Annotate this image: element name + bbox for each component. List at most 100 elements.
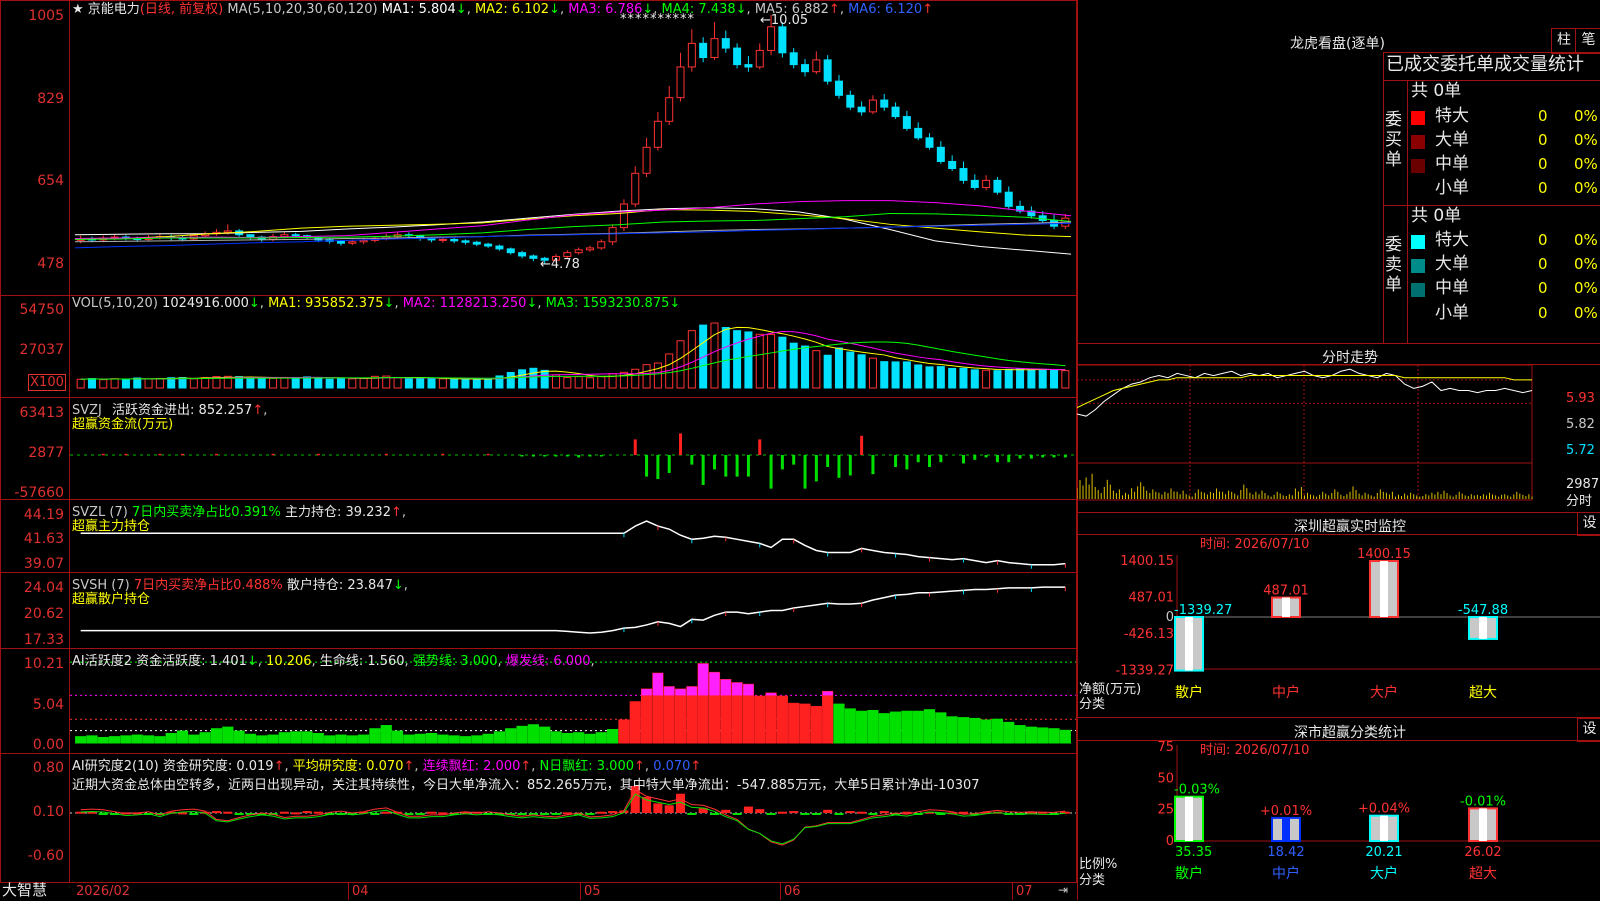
svzj-bar: [814, 455, 818, 482]
tick-view-tab[interactable]: 笔: [1575, 28, 1600, 54]
stock-name: 京能电力: [87, 2, 140, 17]
vol-unit-badge[interactable]: X100: [28, 374, 66, 391]
svzj-bar: [486, 453, 490, 456]
ai2-y-label: 0.00: [32, 737, 64, 753]
sz-class-bar-highlight: [1479, 808, 1487, 841]
ai2-bar: [640, 688, 653, 744]
svzj-y-label: 63413: [19, 405, 64, 421]
volume-bar: [303, 376, 312, 389]
sell-l-color-icon: [1411, 259, 1425, 273]
volume-bar: [891, 361, 900, 389]
air-research: 资金研究度: 0.019: [162, 759, 274, 774]
volume-bar: [540, 369, 549, 389]
buy-row-count: 0: [1538, 107, 1548, 125]
svzj-bar: [520, 455, 524, 457]
intraday-y-label: 5.82: [1566, 417, 1595, 432]
sz-monitor-y-label: 1400.15: [1120, 554, 1174, 569]
ai2-bar: [176, 730, 189, 744]
ai2-bar: [595, 732, 607, 744]
sell-row-pct: 0%: [1574, 231, 1598, 249]
svzj-bar: [871, 455, 875, 475]
air-bar: [834, 813, 844, 815]
ai2-bar: [1059, 729, 1071, 744]
ai2-bar: [75, 736, 87, 744]
ai2-bar: [482, 733, 494, 744]
buy-row-pct: 0%: [1574, 179, 1598, 197]
volume-bar: [1050, 369, 1059, 389]
scroll-right-icon[interactable]: ⇥: [1058, 884, 1068, 896]
volume-bar: [1038, 368, 1047, 389]
candle-body: [642, 146, 651, 174]
sz-class-chart: 75 50 25 0 -0.03% 35.35 散户 +0.01% 18.42 中户 +0.04% 2…: [1157, 741, 1600, 882]
candle-body: [280, 234, 289, 238]
ai2-bar: [889, 711, 902, 744]
ai2-bar: [493, 731, 506, 744]
ai2-bar: [856, 710, 868, 744]
section-divider: [1077, 512, 1600, 513]
volume-bar: [733, 330, 742, 389]
kline-mode[interactable]: (日线, 前复权): [140, 2, 223, 17]
candle-body: [563, 252, 572, 257]
svzj-bar: [316, 453, 320, 456]
sell-m-color-icon: [1411, 283, 1425, 297]
ma6-value: MA6: 6.120: [848, 2, 923, 17]
candle-body: [801, 64, 810, 73]
ai2-bar: [391, 730, 404, 744]
sz-monitor-ylabel: 净额(万元): [1079, 682, 1142, 697]
candle-body: [880, 99, 889, 108]
volume-bar: [87, 378, 96, 389]
sz-class-settings-button[interactable]: 设: [1577, 718, 1600, 742]
svzj-bar: [894, 455, 898, 467]
intraday-chart[interactable]: [1077, 365, 1600, 512]
ai2-bar: [991, 718, 1004, 744]
volume-bar: [597, 376, 606, 389]
date-label: 2026/02: [76, 884, 131, 899]
volume-bar: [257, 377, 266, 389]
bar-view-tab[interactable]: 柱: [1551, 28, 1577, 54]
ai2-bar-burst: [698, 663, 709, 696]
air-bar: [381, 811, 391, 814]
volume-bar: [472, 378, 481, 389]
kline-y-label: 829: [37, 91, 64, 107]
volume-bar: [291, 377, 300, 389]
volume-bar: [325, 378, 334, 389]
candle-body: [767, 26, 776, 51]
sz-class-value-label: 26.02: [1464, 845, 1501, 860]
ai2-bar: [539, 726, 551, 744]
ai2-bar: [867, 709, 879, 744]
sz-class-category: 散户: [1175, 865, 1203, 882]
favorite-star-icon[interactable]: ★: [72, 2, 84, 17]
volume-bar: [314, 376, 323, 389]
candle-body: [529, 255, 538, 259]
sz-class-xlabel: 分类: [1079, 873, 1106, 888]
air-bar: [415, 813, 425, 815]
volume-bar: [767, 333, 776, 389]
svsh-y-label: 17.33: [23, 632, 64, 648]
ai2-bar: [618, 719, 630, 744]
sz-monitor-category: 大户: [1370, 684, 1398, 701]
sz-monitor-value-label: 1400.15: [1357, 547, 1411, 562]
sell-row-name: 中单: [1435, 278, 1469, 298]
ai2-bar: [550, 731, 562, 744]
sz-monitor-settings-button[interactable]: 设: [1577, 512, 1600, 536]
volume-bar: [563, 377, 572, 389]
sz-monitor-chart: 1400.15487.010-426.13-1339.27-1339.27散户4…: [1116, 547, 1600, 701]
svzj-bar: [837, 455, 841, 478]
candle-body: [778, 26, 787, 54]
sz-class-y-label: 50: [1157, 771, 1174, 786]
svzj-bar: [803, 455, 807, 489]
sz-monitor-bar-highlight: [1380, 561, 1388, 617]
volume-bar: [269, 377, 278, 389]
sz-class-bar-highlight: [1282, 817, 1290, 841]
buy-m-color-icon: [1411, 159, 1425, 173]
ai2-bar: [154, 736, 166, 744]
kline-y-label: 478: [37, 256, 64, 272]
svzj-bar: [905, 455, 909, 470]
ai2-bar: [1037, 727, 1049, 744]
volume-bar: [416, 378, 425, 389]
volume-bar: [393, 377, 402, 389]
sz-monitor-category: 超大: [1469, 685, 1497, 701]
ai2-bar-burst: [709, 672, 720, 696]
ai2-bar: [923, 709, 936, 744]
ai2-bar: [233, 730, 245, 744]
